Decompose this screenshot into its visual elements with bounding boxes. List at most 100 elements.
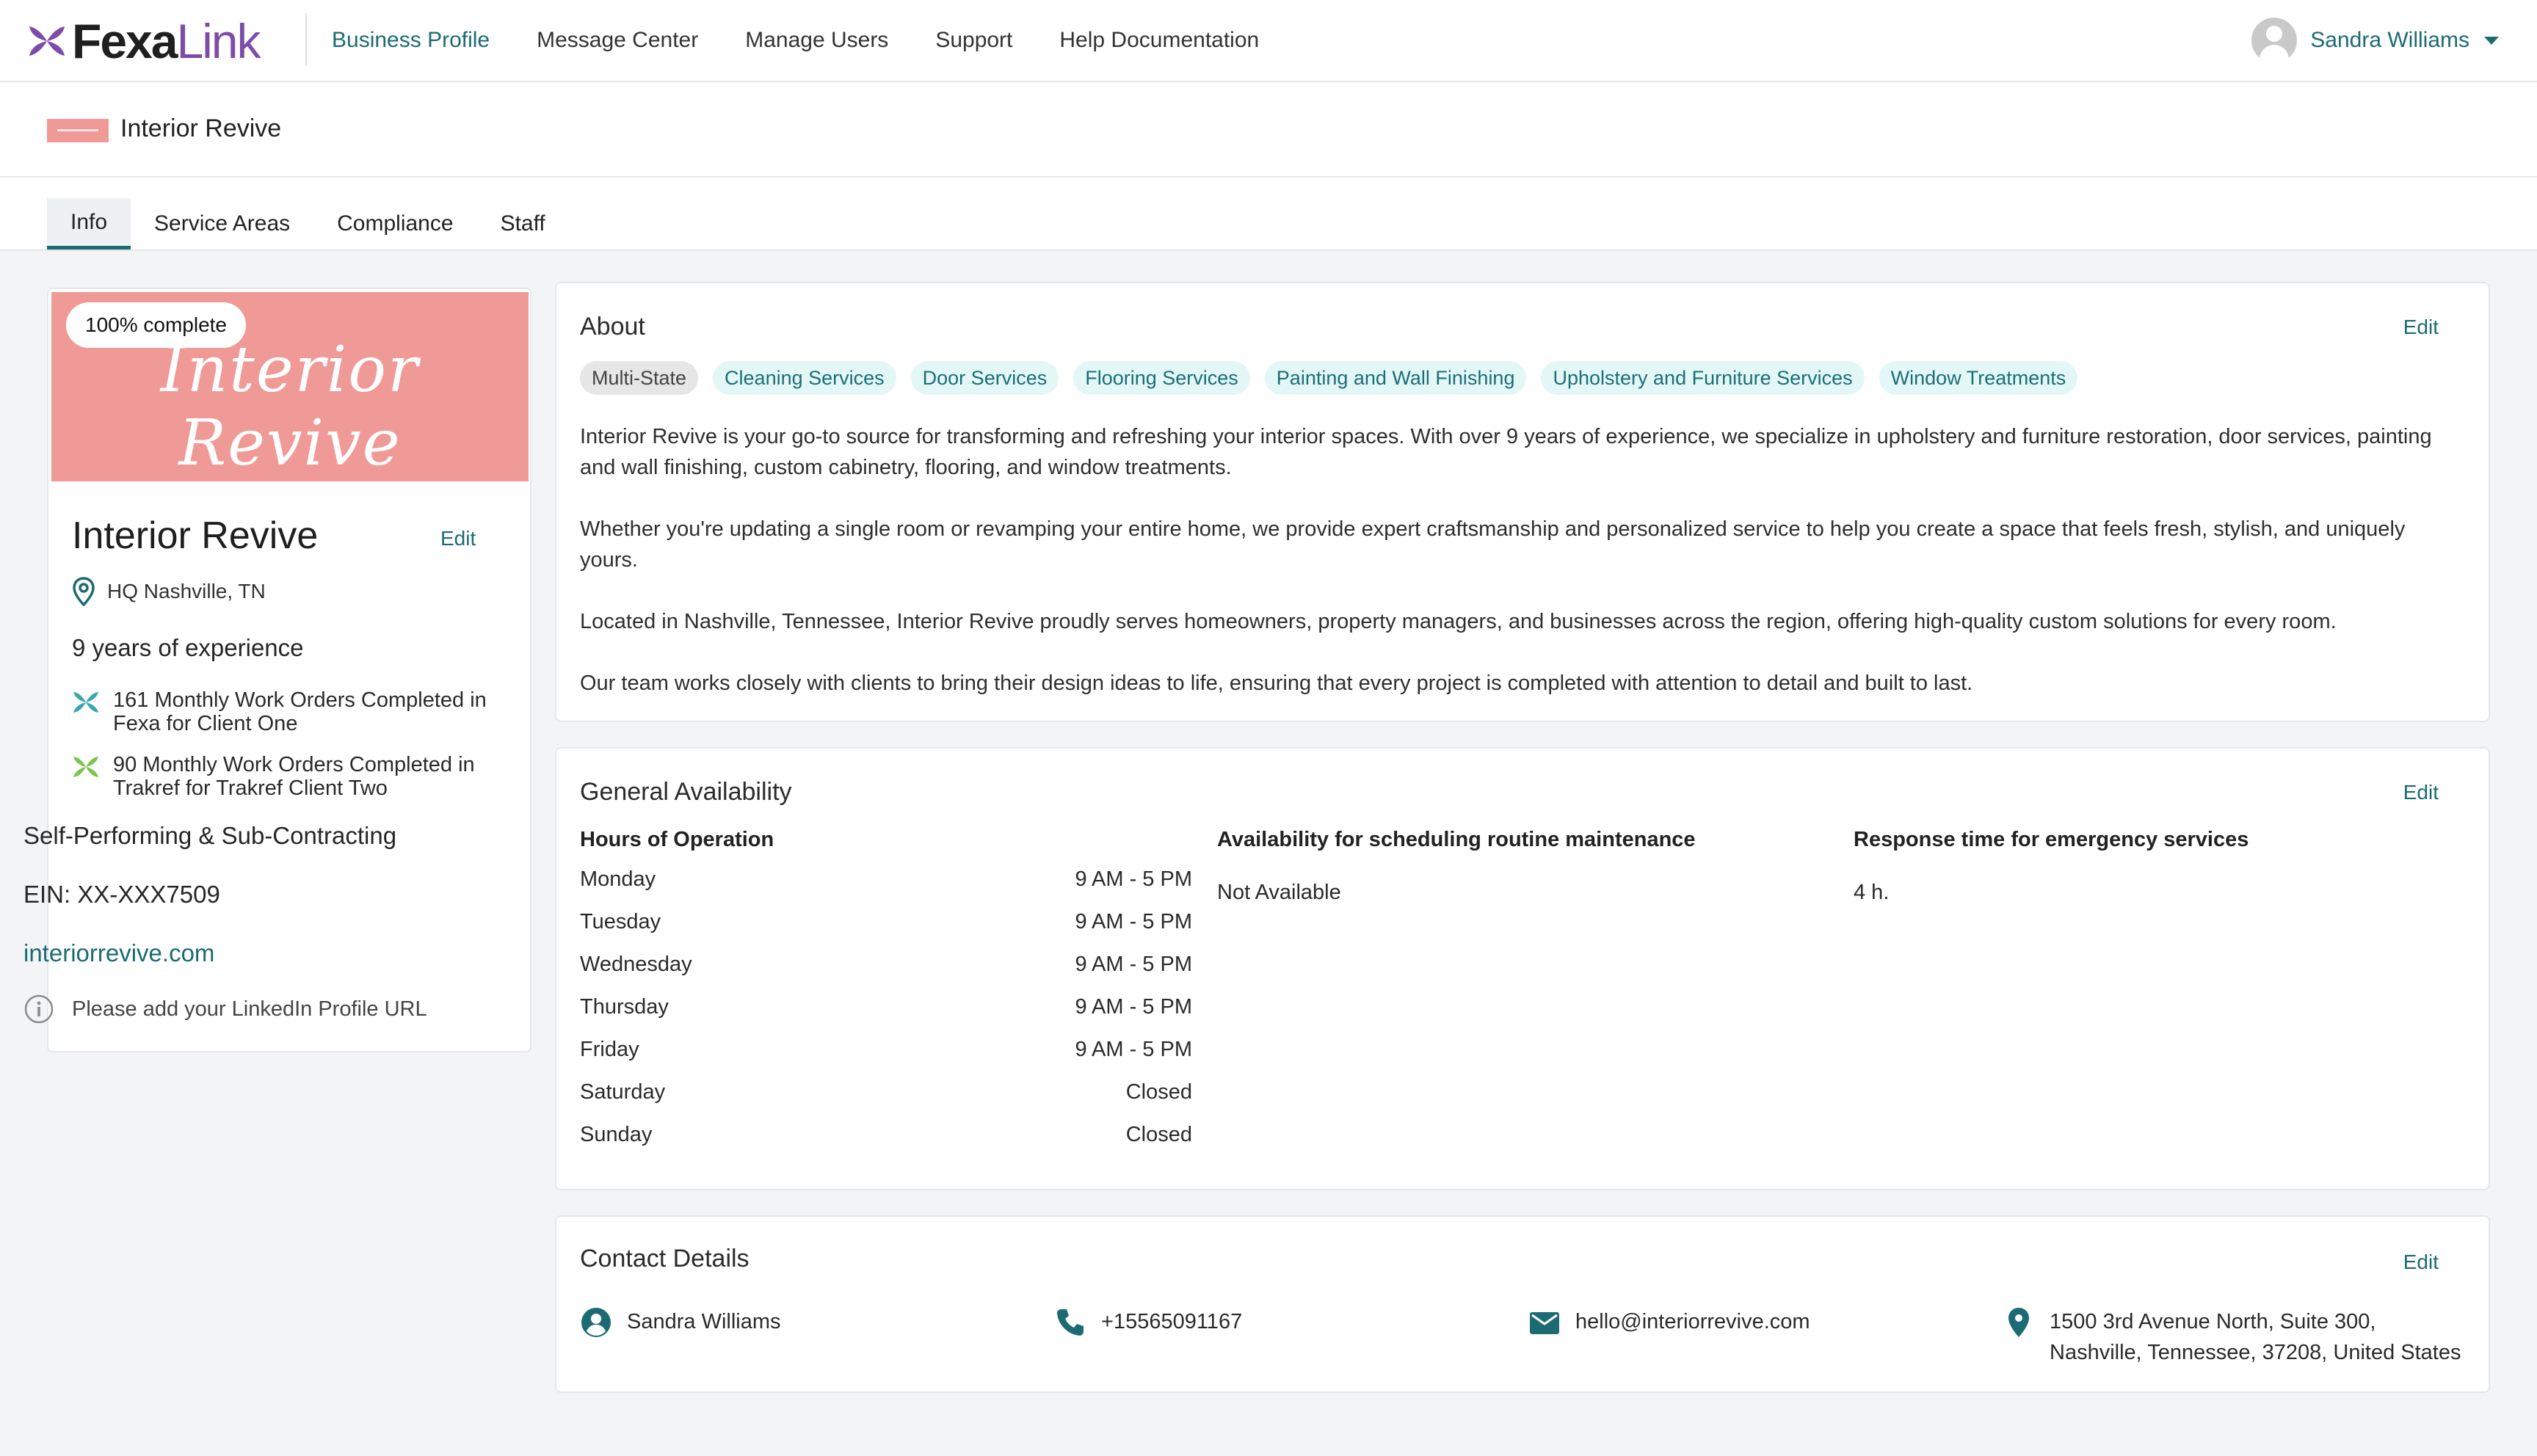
years-experience: 9 years of experience <box>72 634 304 661</box>
ein-number: EIN: XX-XXX7509 <box>23 881 220 908</box>
profile-tabs: Info Service Areas Compliance Staff <box>47 198 569 250</box>
page-header: Interior Revive <box>0 82 2537 178</box>
nav-message-center[interactable]: Message Center <box>537 28 698 53</box>
hours-row-sunday: Sunday Closed <box>580 1123 1192 1165</box>
routine-maintenance-header: Availability for scheduling routine main… <box>1217 828 1696 851</box>
tag-upholstery-furniture: Upholstery and Furniture Services <box>1541 361 1865 395</box>
edit-availability-button[interactable]: Edit <box>2403 781 2439 804</box>
contact-address-text: 1500 3rd Avenue North, Suite 300, Nashvi… <box>2050 1306 2461 1368</box>
tab-info[interactable]: Info <box>47 198 131 250</box>
trakref-mark-icon <box>73 757 98 777</box>
completion-badge: 100% complete <box>66 302 247 348</box>
edit-profile-button[interactable]: Edit <box>440 527 476 550</box>
linkedin-prompt: Please add your LinkedIn Profile URL <box>23 994 427 1024</box>
day-label: Sunday <box>580 1123 653 1146</box>
day-label: Tuesday <box>580 910 661 933</box>
tab-staff[interactable]: Staff <box>477 198 569 250</box>
day-hours: 9 AM - 5 PM <box>1075 953 1192 976</box>
business-name: Interior Revive <box>72 514 319 557</box>
main-nav: Business Profile Message Center Manage U… <box>332 0 1306 81</box>
day-label: Thursday <box>580 995 669 1019</box>
tab-service-areas[interactable]: Service Areas <box>131 198 313 250</box>
hours-row-wednesday: Wednesday 9 AM - 5 PM <box>580 953 1192 995</box>
top-navbar: FexaLink Business Profile Message Center… <box>0 0 2537 82</box>
edit-about-button[interactable]: Edit <box>2403 316 2439 339</box>
day-label: Wednesday <box>580 953 692 976</box>
logo-text-accent: Link <box>176 14 261 68</box>
performing-type: Self-Performing & Sub-Contracting <box>23 822 397 849</box>
hq-location: HQ Nashville, TN <box>72 577 266 606</box>
contact-name: Sandra Williams <box>580 1306 781 1339</box>
about-paragraph: Whether you're updating a single room or… <box>580 517 2406 572</box>
business-logo-thumbnail <box>47 119 109 142</box>
work-orders-fexa: 161 Monthly Work Orders Completed in Fex… <box>72 688 520 735</box>
emergency-response-value: 4 h. <box>1854 881 1890 904</box>
contact-address: 1500 3rd Avenue North, Suite 300, Nashvi… <box>2003 1306 2461 1368</box>
hours-table: Monday 9 AM - 5 PM Tuesday 9 AM - 5 PM W… <box>580 867 1192 1165</box>
contact-email: hello@interiorrevive.com <box>1528 1306 1810 1339</box>
logo-text-main: Fexa <box>72 14 178 68</box>
tabs-bar: Info Service Areas Compliance Staff <box>0 178 2537 251</box>
phone-icon <box>1057 1309 1084 1336</box>
contact-name-text: Sandra Williams <box>627 1310 781 1333</box>
about-paragraph: Located in Nashville, Tennessee, Interio… <box>580 610 2337 633</box>
user-avatar-icon <box>2251 18 2298 63</box>
user-name: Sandra Williams <box>2310 28 2469 52</box>
hours-row-thursday: Thursday 9 AM - 5 PM <box>580 995 1192 1038</box>
tag-painting-wall-finishing: Painting and Wall Finishing <box>1264 361 1527 395</box>
day-label: Monday <box>580 867 656 891</box>
day-label: Friday <box>580 1038 639 1061</box>
about-card: About Edit Multi-State Cleaning Services… <box>555 282 2490 722</box>
contact-details-card: Contact Details Edit Sandra Williams +15… <box>555 1215 2490 1393</box>
profile-banner: Interior Revive 100% complete <box>51 292 529 481</box>
linkedin-prompt-text: Please add your LinkedIn Profile URL <box>72 997 427 1021</box>
about-paragraph: Our team works closely with clients to b… <box>580 671 1973 695</box>
day-hours: Closed <box>1125 1123 1192 1146</box>
nav-manage-users[interactable]: Manage Users <box>745 28 888 53</box>
day-label: Saturday <box>580 1080 666 1104</box>
work-orders-fexa-text: 161 Monthly Work Orders Completed in Fex… <box>113 688 487 735</box>
emergency-response-header: Response time for emergency services <box>1854 828 2249 851</box>
work-orders-trakref: 90 Monthly Work Orders Completed in Trak… <box>72 753 520 800</box>
location-pin-icon <box>73 577 95 606</box>
tab-compliance[interactable]: Compliance <box>313 198 476 250</box>
hours-row-tuesday: Tuesday 9 AM - 5 PM <box>580 910 1192 953</box>
tag-flooring-services: Flooring Services <box>1073 361 1250 395</box>
email-icon <box>1530 1312 1559 1334</box>
general-availability-card: General Availability Edit Hours of Opera… <box>555 747 2490 1190</box>
info-icon <box>24 994 54 1024</box>
about-paragraph: Interior Revive is your go-to source for… <box>580 425 2432 479</box>
nav-divider <box>305 13 307 66</box>
about-title: About <box>580 313 645 341</box>
tag-window-treatments: Window Treatments <box>1879 361 2078 395</box>
logo-wordmark: FexaLink <box>72 14 261 68</box>
address-line-1: 1500 3rd Avenue North, Suite 300, <box>2050 1310 2376 1333</box>
hours-row-saturday: Saturday Closed <box>580 1080 1192 1123</box>
contact-title: Contact Details <box>580 1245 750 1273</box>
banner-logo-text: Interior Revive <box>160 333 420 480</box>
about-description: Interior Revive is your go-to source for… <box>580 421 2445 729</box>
location-pin-icon <box>2008 1308 2029 1337</box>
contact-phone-text[interactable]: +15565091167 <box>1101 1306 1242 1337</box>
edit-contact-button[interactable]: Edit <box>2403 1251 2439 1274</box>
chevron-down-icon <box>2484 36 2499 45</box>
availability-title: General Availability <box>580 778 792 806</box>
tag-cleaning-services: Cleaning Services <box>713 361 896 395</box>
nav-business-profile[interactable]: Business Profile <box>332 28 490 53</box>
nav-support[interactable]: Support <box>935 28 1012 53</box>
address-line-2: Nashville, Tennessee, 37208, United Stat… <box>2050 1341 2461 1364</box>
profile-summary-card: Interior Revive 100% complete Interior R… <box>47 288 531 1052</box>
fexa-mark-icon <box>73 692 98 713</box>
location-text: HQ Nashville, TN <box>107 580 266 603</box>
user-menu[interactable]: Sandra Williams <box>2251 18 2499 63</box>
fexa-x-logo-icon <box>29 26 65 56</box>
service-tags: Multi-State Cleaning Services Door Servi… <box>580 361 2092 395</box>
day-hours: 9 AM - 5 PM <box>1075 995 1192 1019</box>
contact-phone: +15565091167 <box>1054 1306 1242 1339</box>
tag-multi-state: Multi-State <box>580 361 699 395</box>
nav-help-documentation[interactable]: Help Documentation <box>1059 28 1259 53</box>
fexalink-logo[interactable]: FexaLink <box>26 10 261 72</box>
website-link[interactable]: interiorrevive.com <box>23 939 214 967</box>
contact-email-text[interactable]: hello@interiorrevive.com <box>1575 1306 1810 1337</box>
routine-maintenance-value: Not Available <box>1217 881 1341 904</box>
